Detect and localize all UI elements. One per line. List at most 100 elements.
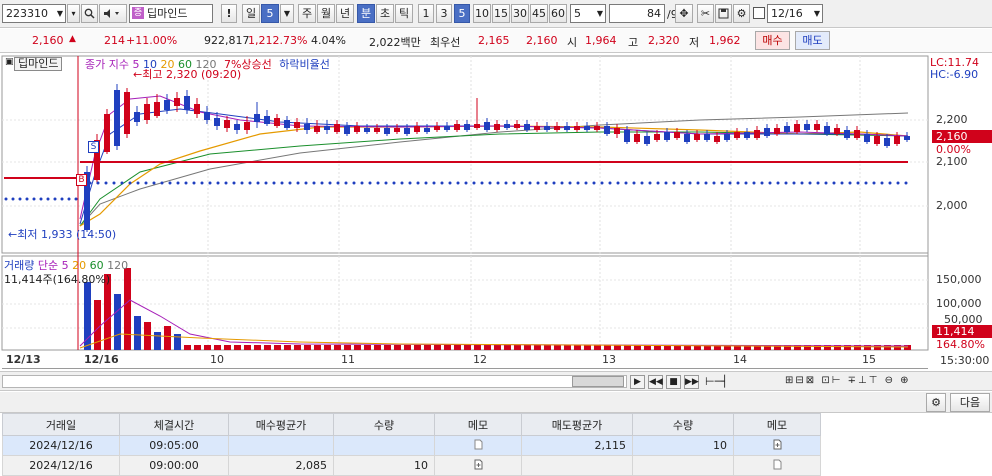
chart-tool-icons[interactable]: ⊞⊟⊠ ⊡⊢ ∓⊥⊤ ⊖ ⊕ (785, 375, 911, 386)
pin-icon[interactable]: ▣ (5, 57, 14, 67)
volume-bar (394, 345, 401, 350)
down-ratio-dot (680, 181, 684, 185)
memo-edit-icon[interactable] (733, 435, 821, 456)
minute-30-button[interactable]: 30 (511, 4, 529, 23)
search-icon[interactable] (81, 4, 98, 23)
candle-body (494, 124, 500, 130)
minute-15-button[interactable]: 15 (492, 4, 510, 23)
minute-3-button[interactable]: 3 (436, 4, 452, 23)
volume-bar (374, 345, 381, 350)
stock-name-field[interactable]: 증 딥마인드 (129, 4, 213, 23)
code-dropdown-button[interactable]: ▾ (67, 4, 80, 23)
volume-bar (584, 345, 591, 350)
chevron-down-icon[interactable]: ▼ (57, 5, 63, 22)
open-label: 시 (567, 36, 578, 49)
buy-marker[interactable]: B (76, 174, 87, 186)
volume-bar (284, 345, 291, 350)
period-tick-button[interactable]: 틱 (395, 4, 413, 23)
candle-body (644, 136, 650, 144)
down-ratio-dot (328, 181, 332, 185)
range-slider-icon[interactable]: ⊢─┤ (705, 375, 728, 388)
low-label: 저 (689, 36, 700, 49)
candle-body (714, 136, 720, 142)
date-input[interactable]: 12/16 ▼ (767, 4, 823, 23)
candle-body (684, 134, 690, 142)
rewind-icon[interactable]: ◀◀ (648, 375, 663, 389)
sell-marker[interactable]: S (88, 141, 99, 153)
down-ratio-dot (296, 181, 300, 185)
period-year-button[interactable]: 년 (336, 4, 354, 23)
minute-45-button[interactable]: 45 (530, 4, 548, 23)
stock-name-text: 딥마인드 (18, 57, 59, 70)
stop-icon[interactable]: ■ (666, 375, 681, 389)
period-select-chevron-icon[interactable]: ▼ (280, 4, 294, 23)
candle-body (424, 128, 430, 132)
prev-down-ratio-dot (46, 197, 50, 201)
minute-60-button[interactable]: 60 (549, 4, 567, 23)
prev-down-ratio-dot (39, 197, 43, 201)
memo-doc-icon[interactable] (434, 435, 522, 456)
down-ratio-dot (144, 181, 148, 185)
calendar-chevron-icon[interactable]: ▼ (814, 5, 820, 22)
candle-body (284, 120, 290, 128)
period-week-button[interactable]: 주 (298, 4, 316, 23)
volume-bar (494, 345, 501, 350)
minute-1-button[interactable]: 1 (418, 4, 434, 23)
table-row[interactable]: 2024/12/16 09:05:00 2,115 10 (2, 435, 821, 456)
stock-code-input[interactable]: 223310 ▼ (2, 4, 66, 23)
period-second-button[interactable]: 초 (376, 4, 394, 23)
volume-bar (514, 345, 521, 350)
settings-gear-icon[interactable]: ⚙ (926, 393, 946, 412)
volume-bar (214, 345, 221, 350)
down-ratio-dot (832, 181, 836, 185)
period-select[interactable]: 5 (261, 4, 279, 23)
memo-doc-icon[interactable] (733, 455, 821, 476)
chart-scrollbar[interactable] (2, 375, 627, 388)
period-minute-button[interactable]: 분 (357, 4, 375, 23)
chevron-down-icon[interactable]: ▼ (597, 5, 603, 22)
period-month-button[interactable]: 월 (317, 4, 335, 23)
y-tick-2000: 2,000 (936, 199, 968, 212)
volume-ratio: 1,212.73% (248, 34, 308, 47)
scrollbar-thumb[interactable] (572, 376, 624, 387)
sell-button[interactable]: 매도 (795, 31, 830, 50)
save-icon[interactable] (715, 4, 732, 23)
candle-body (894, 136, 900, 144)
scissors-icon[interactable]: ✂ (697, 4, 714, 23)
sound-icon[interactable] (99, 4, 127, 23)
count-input[interactable]: 84 (609, 4, 665, 23)
fast-forward-icon[interactable]: ▶▶ (684, 375, 699, 389)
candle-body (434, 126, 440, 130)
gear-icon[interactable]: ⚙ (733, 4, 750, 23)
volume-bar (554, 345, 561, 350)
candle-body (794, 124, 800, 132)
candle-body (704, 134, 710, 140)
down-ratio-dot (904, 181, 908, 185)
down-ratio-dot (384, 181, 388, 185)
down-ratio-dot (616, 181, 620, 185)
date-checkbox[interactable] (753, 7, 765, 19)
period-day-button[interactable]: 일 (242, 4, 260, 23)
down-ratio-dot (88, 181, 92, 185)
table-row[interactable]: 2024/12/16 09:00:00 2,085 10 (2, 455, 821, 476)
alert-button[interactable]: ! (221, 4, 237, 23)
candle-body (604, 126, 610, 134)
candle-body (864, 134, 870, 142)
price-volume-chart[interactable] (0, 54, 992, 370)
minute-5-button[interactable]: 5 (454, 4, 470, 23)
turnover: 4.04% (311, 34, 346, 47)
volume-bar (574, 345, 581, 350)
stock-badge-icon: 증 (132, 7, 144, 19)
scroll-right-icon[interactable]: ▶ (630, 375, 645, 389)
next-button[interactable]: 다음 (950, 393, 990, 412)
stock-name-label[interactable]: 딥마인드 (14, 57, 63, 71)
grid-tools-icon[interactable]: ✥ (675, 4, 693, 23)
custom-period-input[interactable]: 5 ▼ (570, 4, 606, 23)
memo-edit-icon[interactable] (434, 455, 522, 476)
down-ratio-dot (176, 181, 180, 185)
low-annotation: ←최저 1,933 (14:50) (8, 226, 116, 242)
count-value: 84 (647, 7, 661, 20)
down-ratio-dot (504, 181, 508, 185)
minute-10-button[interactable]: 10 (473, 4, 491, 23)
buy-button[interactable]: 매수 (755, 31, 790, 50)
